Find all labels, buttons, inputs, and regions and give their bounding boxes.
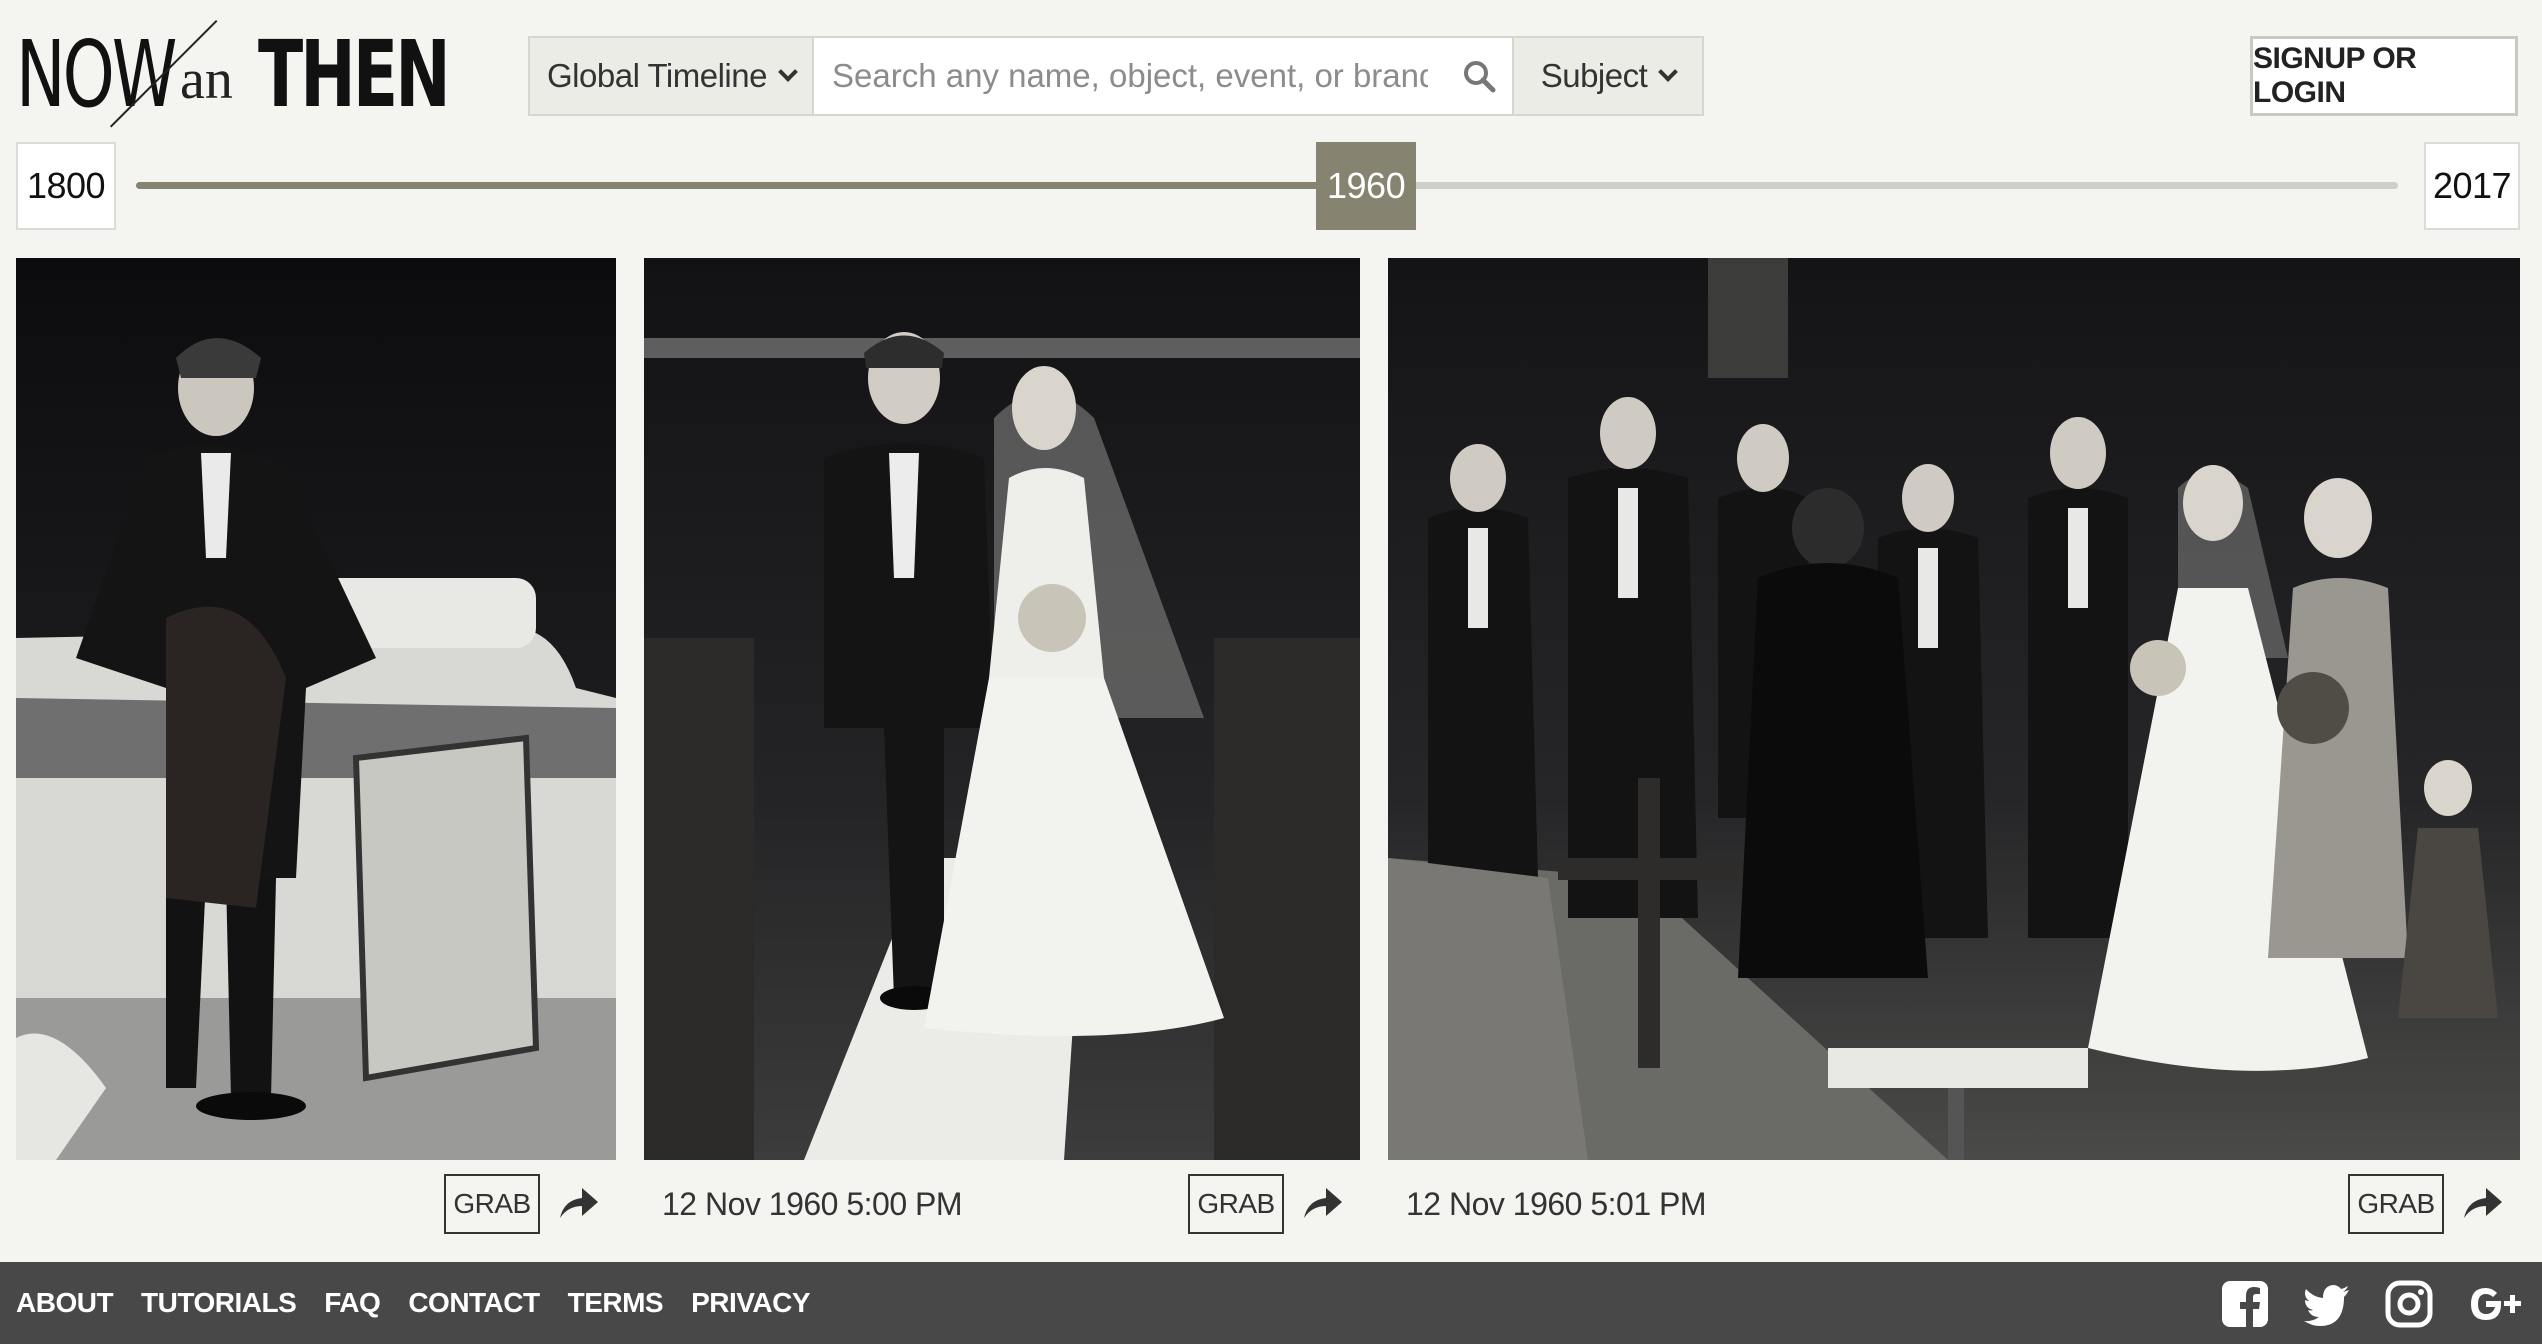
- logo-then: THEN: [258, 21, 451, 128]
- footer-link-terms[interactable]: TERMS: [568, 1287, 664, 1319]
- photo-caption-2: 12 Nov 1960 5:00 PM: [662, 1174, 963, 1234]
- subject-dropdown-label: Subject: [1540, 57, 1648, 94]
- search-button[interactable]: [1446, 38, 1512, 114]
- chevron-down-icon: [1658, 62, 1679, 82]
- timeline-end-year: 2017: [2424, 142, 2520, 230]
- photo-date: 12 Nov 1960 5:00 PM: [662, 1185, 963, 1222]
- footer-link-privacy[interactable]: PRIVACY: [691, 1287, 810, 1319]
- footer-link-contact[interactable]: CONTACT: [408, 1287, 540, 1319]
- photo-card-3[interactable]: [1388, 258, 2520, 1160]
- social-links: [2220, 1279, 2526, 1329]
- grab-button-2[interactable]: GRAB: [1188, 1174, 1284, 1234]
- timeline-slider-handle[interactable]: 1960: [1316, 142, 1417, 230]
- share-icon[interactable]: [2460, 1182, 2504, 1226]
- photo-caption-3: 12 Nov 1960 5:01 PM: [1406, 1174, 1707, 1234]
- timeline-dropdown-label: Global Timeline: [547, 57, 767, 94]
- chevron-down-icon: [778, 62, 798, 82]
- search-icon: [1464, 61, 1496, 93]
- facebook-icon[interactable]: [2220, 1279, 2270, 1329]
- footer: ABOUT TUTORIALS FAQ CONTACT TERMS PRIVAC…: [0, 1262, 2542, 1344]
- twitter-icon[interactable]: [2302, 1279, 2352, 1329]
- site-logo[interactable]: NOW an THEN: [16, 20, 451, 130]
- logo-an: an: [180, 49, 233, 111]
- logo-now: NOW: [16, 21, 177, 128]
- photo-image: [1388, 258, 2520, 1160]
- footer-link-faq[interactable]: FAQ: [324, 1287, 381, 1319]
- footer-link-tutorials[interactable]: TUTORIALS: [141, 1287, 297, 1319]
- timeline-dropdown[interactable]: Global Timeline: [530, 38, 814, 114]
- photo-card-1[interactable]: [16, 258, 616, 1160]
- share-icon[interactable]: [1300, 1182, 1344, 1226]
- timeline-start-year: 1800: [16, 142, 116, 230]
- footer-nav: ABOUT TUTORIALS FAQ CONTACT TERMS PRIVAC…: [16, 1262, 810, 1344]
- grab-button-1[interactable]: GRAB: [444, 1174, 540, 1234]
- header: NOW an THEN Global Timeline Subject SIGN…: [0, 0, 2542, 140]
- photo-card-2[interactable]: [644, 258, 1360, 1160]
- subject-dropdown[interactable]: Subject: [1512, 38, 1702, 114]
- photo-date: 12 Nov 1960 5:01 PM: [1406, 1185, 1707, 1222]
- google-plus-icon[interactable]: [2466, 1279, 2526, 1329]
- photo-image: [16, 258, 616, 1160]
- share-icon[interactable]: [556, 1182, 600, 1226]
- search-input[interactable]: [814, 38, 1446, 114]
- search-bar: Global Timeline Subject: [528, 36, 1704, 116]
- timeline-slider-track[interactable]: [136, 182, 2398, 189]
- grab-button-3[interactable]: GRAB: [2348, 1174, 2444, 1234]
- instagram-icon[interactable]: [2384, 1279, 2434, 1329]
- timeline-slider-fill: [136, 182, 1367, 189]
- footer-link-about[interactable]: ABOUT: [16, 1287, 114, 1319]
- signup-login-button[interactable]: SIGNUP OR LOGIN: [2250, 36, 2518, 116]
- photo-image: [644, 258, 1360, 1160]
